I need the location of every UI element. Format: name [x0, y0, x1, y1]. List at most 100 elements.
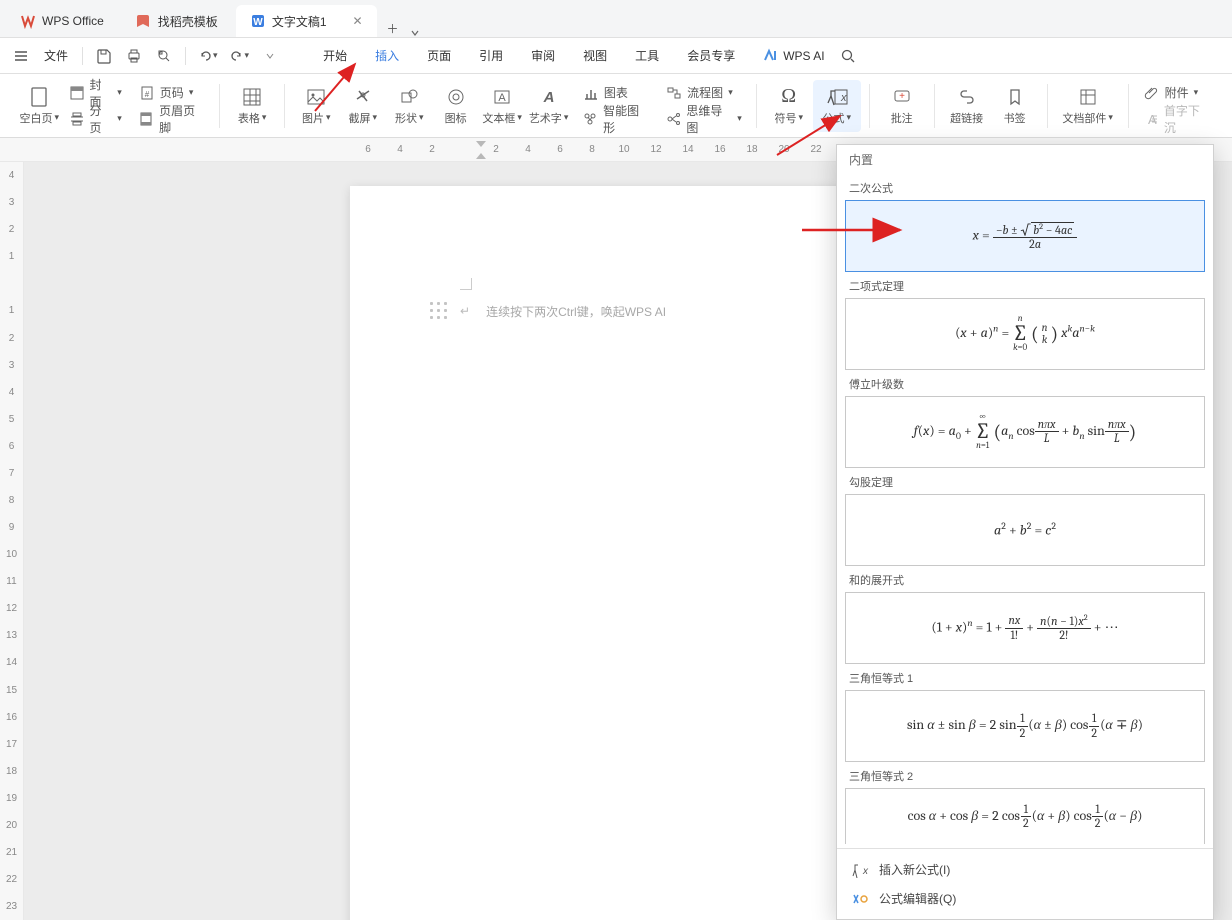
formula-binomial[interactable]: (x + a)n = n∑k=0 (nk) xkan−k	[845, 298, 1205, 370]
formula-editor-icon	[851, 891, 869, 907]
svg-text:+: +	[899, 91, 905, 102]
mindmap-button[interactable]: 思维导图▾	[659, 107, 748, 131]
screenshot-button[interactable]: 截屏▾	[340, 80, 386, 132]
page-hint: ↵ 连续按下两次Ctrl键，唤起WPS AI	[430, 302, 666, 320]
formula-trig1[interactable]: sin α ± sin β = 2 sin12(α ± β) cos12(α ∓…	[845, 690, 1205, 762]
close-tab-icon[interactable]: ✕	[353, 14, 363, 28]
menu-start[interactable]: 开始	[311, 43, 359, 68]
flowchart-icon	[665, 85, 683, 101]
svg-text:x: x	[862, 866, 869, 877]
menu-page[interactable]: 页面	[415, 43, 463, 68]
print-preview-icon[interactable]	[151, 43, 177, 69]
table-button[interactable]: 表格▾	[228, 80, 276, 132]
menu-member[interactable]: 会员专享	[675, 43, 747, 68]
menu-view[interactable]: 视图	[571, 43, 619, 68]
cursor-marker: ↵	[460, 304, 470, 318]
textbox-button[interactable]: A文本框▾	[479, 80, 525, 132]
pagebreak-button[interactable]: 分页▾	[62, 107, 127, 131]
formula-expansion[interactable]: (1 + x)n = 1 + nx1! + n(n − 1)x22! + ⋯	[845, 592, 1205, 664]
icon-gallery-icon	[446, 86, 466, 108]
formula-trig2[interactable]: cos α + cos β = 2 cos12(α + β) cos12(α −…	[845, 788, 1205, 844]
bookmark-icon	[1005, 86, 1025, 108]
pagenum-icon: #	[138, 85, 156, 101]
doc-tab-label: 文字文稿1	[272, 13, 327, 30]
wordart-icon: A	[539, 86, 559, 108]
app-tab[interactable]: WPS Office	[6, 5, 118, 37]
new-tab-button[interactable]: ＋	[379, 20, 407, 37]
cover-icon	[68, 85, 85, 101]
formula-editor[interactable]: 公式编辑器(Q)	[837, 884, 1213, 913]
smartart-button[interactable]: 智能图形	[576, 107, 655, 131]
menu-tools[interactable]: 工具	[623, 43, 671, 68]
menu-reference[interactable]: 引用	[467, 43, 515, 68]
headerfooter-button[interactable]: 页眉页脚	[132, 107, 211, 131]
ai-label: WPS AI	[783, 49, 824, 63]
document-tab[interactable]: W 文字文稿1 ✕	[236, 5, 377, 37]
app-tab-label: WPS Office	[42, 14, 104, 28]
comment-button[interactable]: +批注	[878, 80, 926, 132]
headerfooter-icon	[138, 111, 155, 127]
panel-footer: x 插入新公式(I) 公式编辑器(Q)	[837, 848, 1213, 919]
formula-new-icon: x	[851, 862, 869, 878]
menu-bar: 文件 ▾ ▾ 开始 插入 页面 引用 审阅 视图 工具 会员专享 WPS AI	[0, 38, 1232, 74]
menu-insert[interactable]: 插入	[363, 43, 411, 68]
print-dropdown-icon[interactable]	[121, 43, 147, 69]
blank-page-button[interactable]: 空白页▾	[16, 80, 62, 132]
save-icon[interactable]	[91, 43, 117, 69]
redo-icon[interactable]: ▾	[226, 43, 254, 69]
symbol-button[interactable]: Ω符号▾	[765, 80, 813, 132]
icon-button[interactable]: 图标	[432, 80, 478, 132]
word-doc-icon: W	[250, 13, 266, 29]
menu-review[interactable]: 审阅	[519, 43, 567, 68]
formula-label-fourier: 傅立叶级数	[849, 376, 1201, 392]
ribbon-insert: 空白页▾ 封面▾ 分页▾ #页码▾ 页眉页脚 表格▾ 图片▾ 截屏▾ 形状▾ 图…	[0, 74, 1232, 138]
separator	[185, 47, 186, 65]
formula-quadratic[interactable]: x = −b ± √b2 − 4ac2a	[845, 200, 1205, 272]
tab-menu-button[interactable]	[407, 29, 423, 37]
hamburger-icon[interactable]	[8, 43, 34, 69]
docer-icon	[136, 13, 152, 29]
formula-icon: x	[826, 86, 848, 108]
title-tab-strip: WPS Office 找稻壳模板 W 文字文稿1 ✕ ＋	[0, 0, 1232, 38]
template-tab[interactable]: 找稻壳模板	[122, 5, 232, 37]
hyperlink-button[interactable]: 超链接	[943, 80, 991, 132]
hyperlink-icon	[957, 86, 977, 108]
picture-icon	[306, 86, 326, 108]
svg-text:A: A	[542, 89, 554, 106]
formula-fourier[interactable]: f(x) = a0 + ∞∑n=1 (an cosnπxL + bn sinnπ…	[845, 396, 1205, 468]
quick-access-dropdown[interactable]	[257, 43, 283, 69]
panel-header: 内置	[837, 145, 1213, 174]
formula-label-trig2: 三角恒等式 2	[849, 768, 1201, 784]
wps-ai-button[interactable]: WPS AI	[763, 48, 824, 64]
formula-label-pythagoras: 勾股定理	[849, 474, 1201, 490]
wordart-button[interactable]: A艺术字▾	[525, 80, 571, 132]
hint-text: 连续按下两次Ctrl键，唤起WPS AI	[486, 303, 666, 320]
indent-marker-icon[interactable]	[475, 140, 485, 150]
blank-page-icon	[29, 86, 49, 108]
bookmark-button[interactable]: 书签	[991, 80, 1039, 132]
drag-handle-icon[interactable]	[430, 302, 448, 320]
pagebreak-icon	[68, 111, 85, 127]
file-menu[interactable]: 文件	[38, 43, 74, 68]
docpart-button[interactable]: 文档部件▾	[1056, 80, 1120, 132]
dropcap-icon: A	[1143, 111, 1160, 127]
undo-icon[interactable]: ▾	[194, 43, 222, 69]
formula-button[interactable]: x公式▾	[813, 80, 861, 132]
picture-button[interactable]: 图片▾	[293, 80, 339, 132]
ruler-vertical: 4321 12345678910111213141516171819202122…	[0, 162, 24, 920]
symbol-icon: Ω	[781, 86, 796, 108]
insert-new-formula[interactable]: x 插入新公式(I)	[837, 855, 1213, 884]
formula-dropdown-panel: 内置 二次公式 x = −b ± √b2 − 4ac2a 二项式定理 (x + …	[836, 144, 1214, 920]
shape-icon	[399, 86, 419, 108]
dropcap-button: A首字下沉	[1137, 107, 1216, 131]
screenshot-icon	[353, 86, 373, 108]
shape-button[interactable]: 形状▾	[386, 80, 432, 132]
formula-label-trig1: 三角恒等式 1	[849, 670, 1201, 686]
svg-text:W: W	[253, 17, 263, 28]
formula-pythagoras[interactable]: a2 + b2 = c2	[845, 494, 1205, 566]
textbox-icon: A	[492, 86, 512, 108]
search-icon[interactable]	[835, 43, 861, 69]
margin-corner-icon	[460, 278, 472, 290]
table-icon	[242, 86, 262, 108]
template-tab-label: 找稻壳模板	[158, 13, 218, 30]
